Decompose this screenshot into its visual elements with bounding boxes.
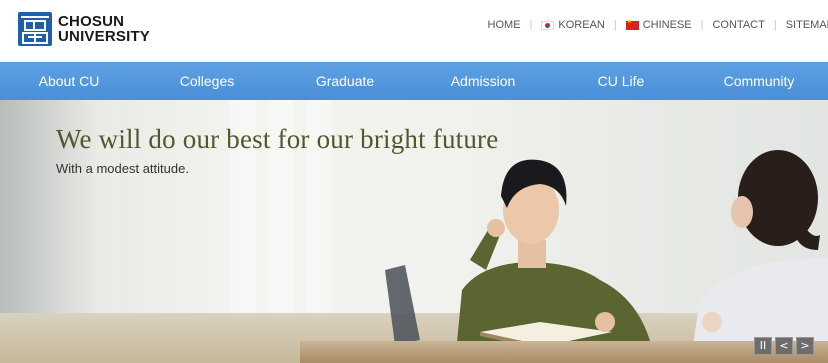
table-surface xyxy=(300,341,828,363)
site-header: CHOSUN UNIVERSITY HOME | KOREAN | CHINES… xyxy=(0,0,828,62)
nav-graduate[interactable]: Graduate xyxy=(276,62,414,100)
nav-cu-life[interactable]: CU Life xyxy=(552,62,690,100)
hero-banner: We will do our best for our bright futur… xyxy=(0,100,828,363)
separator: | xyxy=(529,19,533,31)
university-name-line2: UNIVERSITY xyxy=(58,28,151,45)
sitemap-link[interactable]: SITEMAP xyxy=(786,19,828,31)
separator: | xyxy=(613,19,617,31)
nav-about-cu[interactable]: About CU xyxy=(0,62,138,100)
university-logo[interactable]: CHOSUN UNIVERSITY xyxy=(18,12,150,46)
hero-headline: We will do our best for our bright futur… xyxy=(56,124,499,154)
china-flag-icon xyxy=(625,18,639,30)
nav-colleges[interactable]: Colleges xyxy=(138,62,276,100)
next-slide-button[interactable]: > xyxy=(796,337,814,355)
contact-link[interactable]: CONTACT xyxy=(712,19,764,31)
page-frame: CHOSUN UNIVERSITY HOME | KOREAN | CHINES… xyxy=(0,0,828,363)
separator: | xyxy=(773,19,777,31)
university-name-line1: CHOSUN xyxy=(58,13,125,30)
university-seal-icon xyxy=(18,12,52,46)
main-navigation: About CU Colleges Graduate Admission CU … xyxy=(0,62,828,100)
university-name: CHOSUN UNIVERSITY xyxy=(58,14,150,44)
home-link[interactable]: HOME xyxy=(488,19,521,31)
hero-subline: With a modest attitude. xyxy=(56,161,189,176)
utility-links: HOME | KOREAN | CHINESE | CONTACT | SITE… xyxy=(488,18,828,32)
korea-flag-icon xyxy=(541,20,555,30)
previous-slide-button[interactable]: < xyxy=(775,337,793,355)
korean-link[interactable]: KOREAN xyxy=(541,19,605,31)
nav-admission[interactable]: Admission xyxy=(414,62,552,100)
chinese-link[interactable]: CHINESE xyxy=(625,18,692,31)
korean-link-label: KOREAN xyxy=(558,19,605,31)
nav-community[interactable]: Community xyxy=(690,62,828,100)
slider-controls: II < > xyxy=(754,337,814,355)
separator: | xyxy=(700,19,704,31)
pause-button[interactable]: II xyxy=(754,337,772,355)
chinese-link-label: CHINESE xyxy=(642,19,692,31)
